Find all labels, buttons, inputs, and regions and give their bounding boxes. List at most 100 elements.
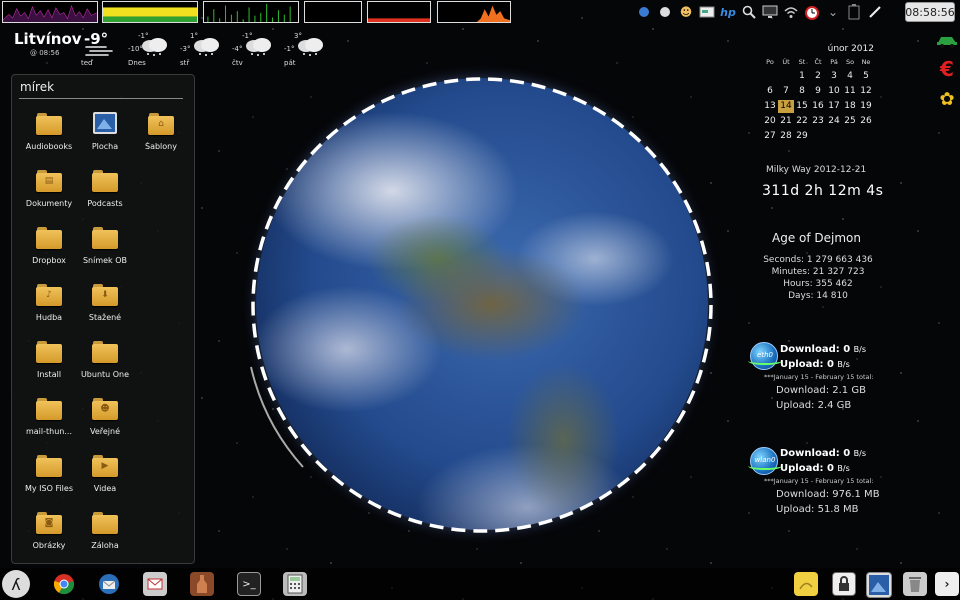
- calendar-grid: Po Út St Čt Pá So Ne 1 2 3 4 5 6 7 8 9 1…: [762, 58, 874, 143]
- folder-label: Stažené: [88, 313, 122, 322]
- documents-folder-icon: ▤: [36, 168, 62, 192]
- gnome-foot-icon[interactable]: ʎ: [2, 570, 30, 598]
- folder-icon: [92, 510, 118, 534]
- calendar-day: [778, 70, 794, 83]
- eth0-total-upload: Upload: 2.4 GB: [776, 400, 852, 411]
- drive-icon[interactable]: [699, 4, 715, 20]
- folder-label: Ubuntu One: [80, 370, 130, 379]
- calendar-day: 10: [828, 86, 840, 96]
- folder-install[interactable]: Install: [18, 339, 80, 389]
- folder-icon: [92, 339, 118, 363]
- forecast-day-label: pát: [284, 59, 296, 67]
- arrow-icon[interactable]: ›: [935, 572, 959, 596]
- folder-snimek-ob[interactable]: Snímek OB: [74, 225, 136, 275]
- notes-icon[interactable]: [794, 572, 818, 596]
- folder-label: Snímek OB: [82, 256, 128, 265]
- upload-label: Upload: 0: [780, 463, 834, 474]
- network-globe-icon: eth0: [748, 342, 782, 370]
- forecast-low: -4°: [232, 45, 243, 53]
- person-icon[interactable]: ☻: [678, 4, 694, 20]
- bottle-icon[interactable]: [190, 572, 214, 596]
- network-globe-icon: wlan0: [748, 447, 782, 475]
- calendar-day-header: Čt: [814, 58, 822, 66]
- chevron-icon[interactable]: ⌄: [825, 4, 841, 20]
- videos-folder-icon: ▶: [92, 453, 118, 477]
- speed-unit: B/s: [853, 449, 867, 458]
- folder-verejne[interactable]: ☻ Veřejné: [74, 396, 136, 446]
- folder-hudba[interactable]: ♪ Hudba: [18, 282, 80, 332]
- calendar-day: 24: [828, 116, 840, 126]
- panel-title: mírek: [20, 80, 55, 94]
- calendar-day: 20: [764, 116, 776, 126]
- folder-dokumenty[interactable]: ▤ Dokumenty: [18, 168, 80, 218]
- downloads-folder-icon: ⬇: [92, 282, 118, 306]
- folder-icon: [36, 225, 62, 249]
- calendar-day: [762, 70, 778, 83]
- mail-icon[interactable]: [143, 572, 167, 596]
- blue-dot-icon[interactable]: [636, 4, 652, 20]
- snow-cloud-icon: [298, 38, 323, 56]
- calendar-day-header: Pá: [830, 58, 838, 66]
- folder-ubuntu-one[interactable]: Ubuntu One: [74, 339, 136, 389]
- white-dot-icon[interactable]: [657, 4, 673, 20]
- calendar-day: 25: [844, 116, 856, 126]
- monitor-icon[interactable]: [762, 4, 778, 20]
- euro-icon[interactable]: €: [936, 57, 958, 81]
- folder-sablony[interactable]: ⌂ Šablony: [130, 111, 192, 161]
- snow-cloud-icon: [194, 38, 219, 56]
- calendar-day: 19: [860, 101, 872, 111]
- battery-icon[interactable]: [846, 4, 862, 20]
- calendar-day: 17: [828, 101, 840, 111]
- weather-city: Litvínov: [14, 30, 82, 48]
- alarm-clock-icon[interactable]: [804, 4, 820, 20]
- folder-my-iso-files[interactable]: My ISO Files: [18, 453, 80, 503]
- clock[interactable]: 08:58:56: [905, 2, 955, 22]
- age-seconds: Seconds: 1 279 663 436: [763, 255, 873, 265]
- folder-mail-thunderbird[interactable]: mail-thun...: [18, 396, 80, 446]
- wifi-icon[interactable]: [783, 4, 799, 20]
- forecast-day: 3° -1° pát: [284, 32, 330, 72]
- wlan0-total-download: Download: 976.1 MB: [776, 489, 880, 500]
- flower-icon[interactable]: ✿: [936, 88, 958, 110]
- show-desktop-icon[interactable]: [866, 572, 892, 598]
- lock-icon[interactable]: [832, 572, 856, 596]
- eth0-upload-speed: Upload: 0 B/s: [780, 359, 850, 370]
- pen-icon[interactable]: [867, 4, 883, 20]
- folder-podcasts[interactable]: Podcasts: [74, 168, 136, 218]
- calendar-day: 6: [767, 86, 773, 96]
- trash-icon[interactable]: [903, 572, 927, 596]
- calculator-icon[interactable]: [283, 572, 307, 596]
- folder-videa[interactable]: ▶ Videa: [74, 453, 136, 503]
- calendar-day-header: Út: [782, 58, 790, 66]
- panel-divider: [19, 98, 183, 99]
- load-graph: [437, 1, 511, 23]
- folder-dropbox[interactable]: Dropbox: [18, 225, 80, 275]
- folder-stazene[interactable]: ⬇ Stažené: [74, 282, 136, 332]
- thunderbird-icon[interactable]: [97, 572, 121, 596]
- folder-obrazky[interactable]: ◙ Obrázky: [18, 510, 80, 560]
- folder-icon: [36, 111, 62, 135]
- speed-unit: B/s: [853, 345, 867, 354]
- folder-audiobooks[interactable]: Audiobooks: [18, 111, 80, 161]
- folder-icon: [36, 339, 62, 363]
- templates-folder-icon: ⌂: [148, 111, 174, 135]
- chrome-icon[interactable]: [52, 572, 76, 596]
- folder-plocha[interactable]: Plocha: [74, 111, 136, 161]
- calendar-day: 13: [764, 101, 776, 111]
- snow-cloud-icon: [142, 38, 167, 56]
- folder-zaloha[interactable]: Záloha: [74, 510, 136, 560]
- calendar-day: 8: [799, 86, 805, 96]
- terminal-icon[interactable]: >_: [237, 572, 261, 596]
- calendar-day: 5: [863, 71, 869, 81]
- disk-graph: [367, 1, 431, 23]
- calendar-day: 22: [796, 116, 808, 126]
- search-icon[interactable]: [741, 4, 757, 20]
- car-icon[interactable]: [936, 30, 958, 52]
- system-tray: ☻ hp ⌄: [636, 2, 883, 22]
- hp-icon[interactable]: hp: [720, 4, 736, 20]
- calendar-day-today: 14: [778, 100, 794, 113]
- calendar-day-header: Ne: [861, 58, 871, 66]
- weather-now-label: teď: [81, 59, 93, 67]
- calendar-day: 18: [844, 101, 856, 111]
- folder-label: Šablony: [145, 142, 177, 151]
